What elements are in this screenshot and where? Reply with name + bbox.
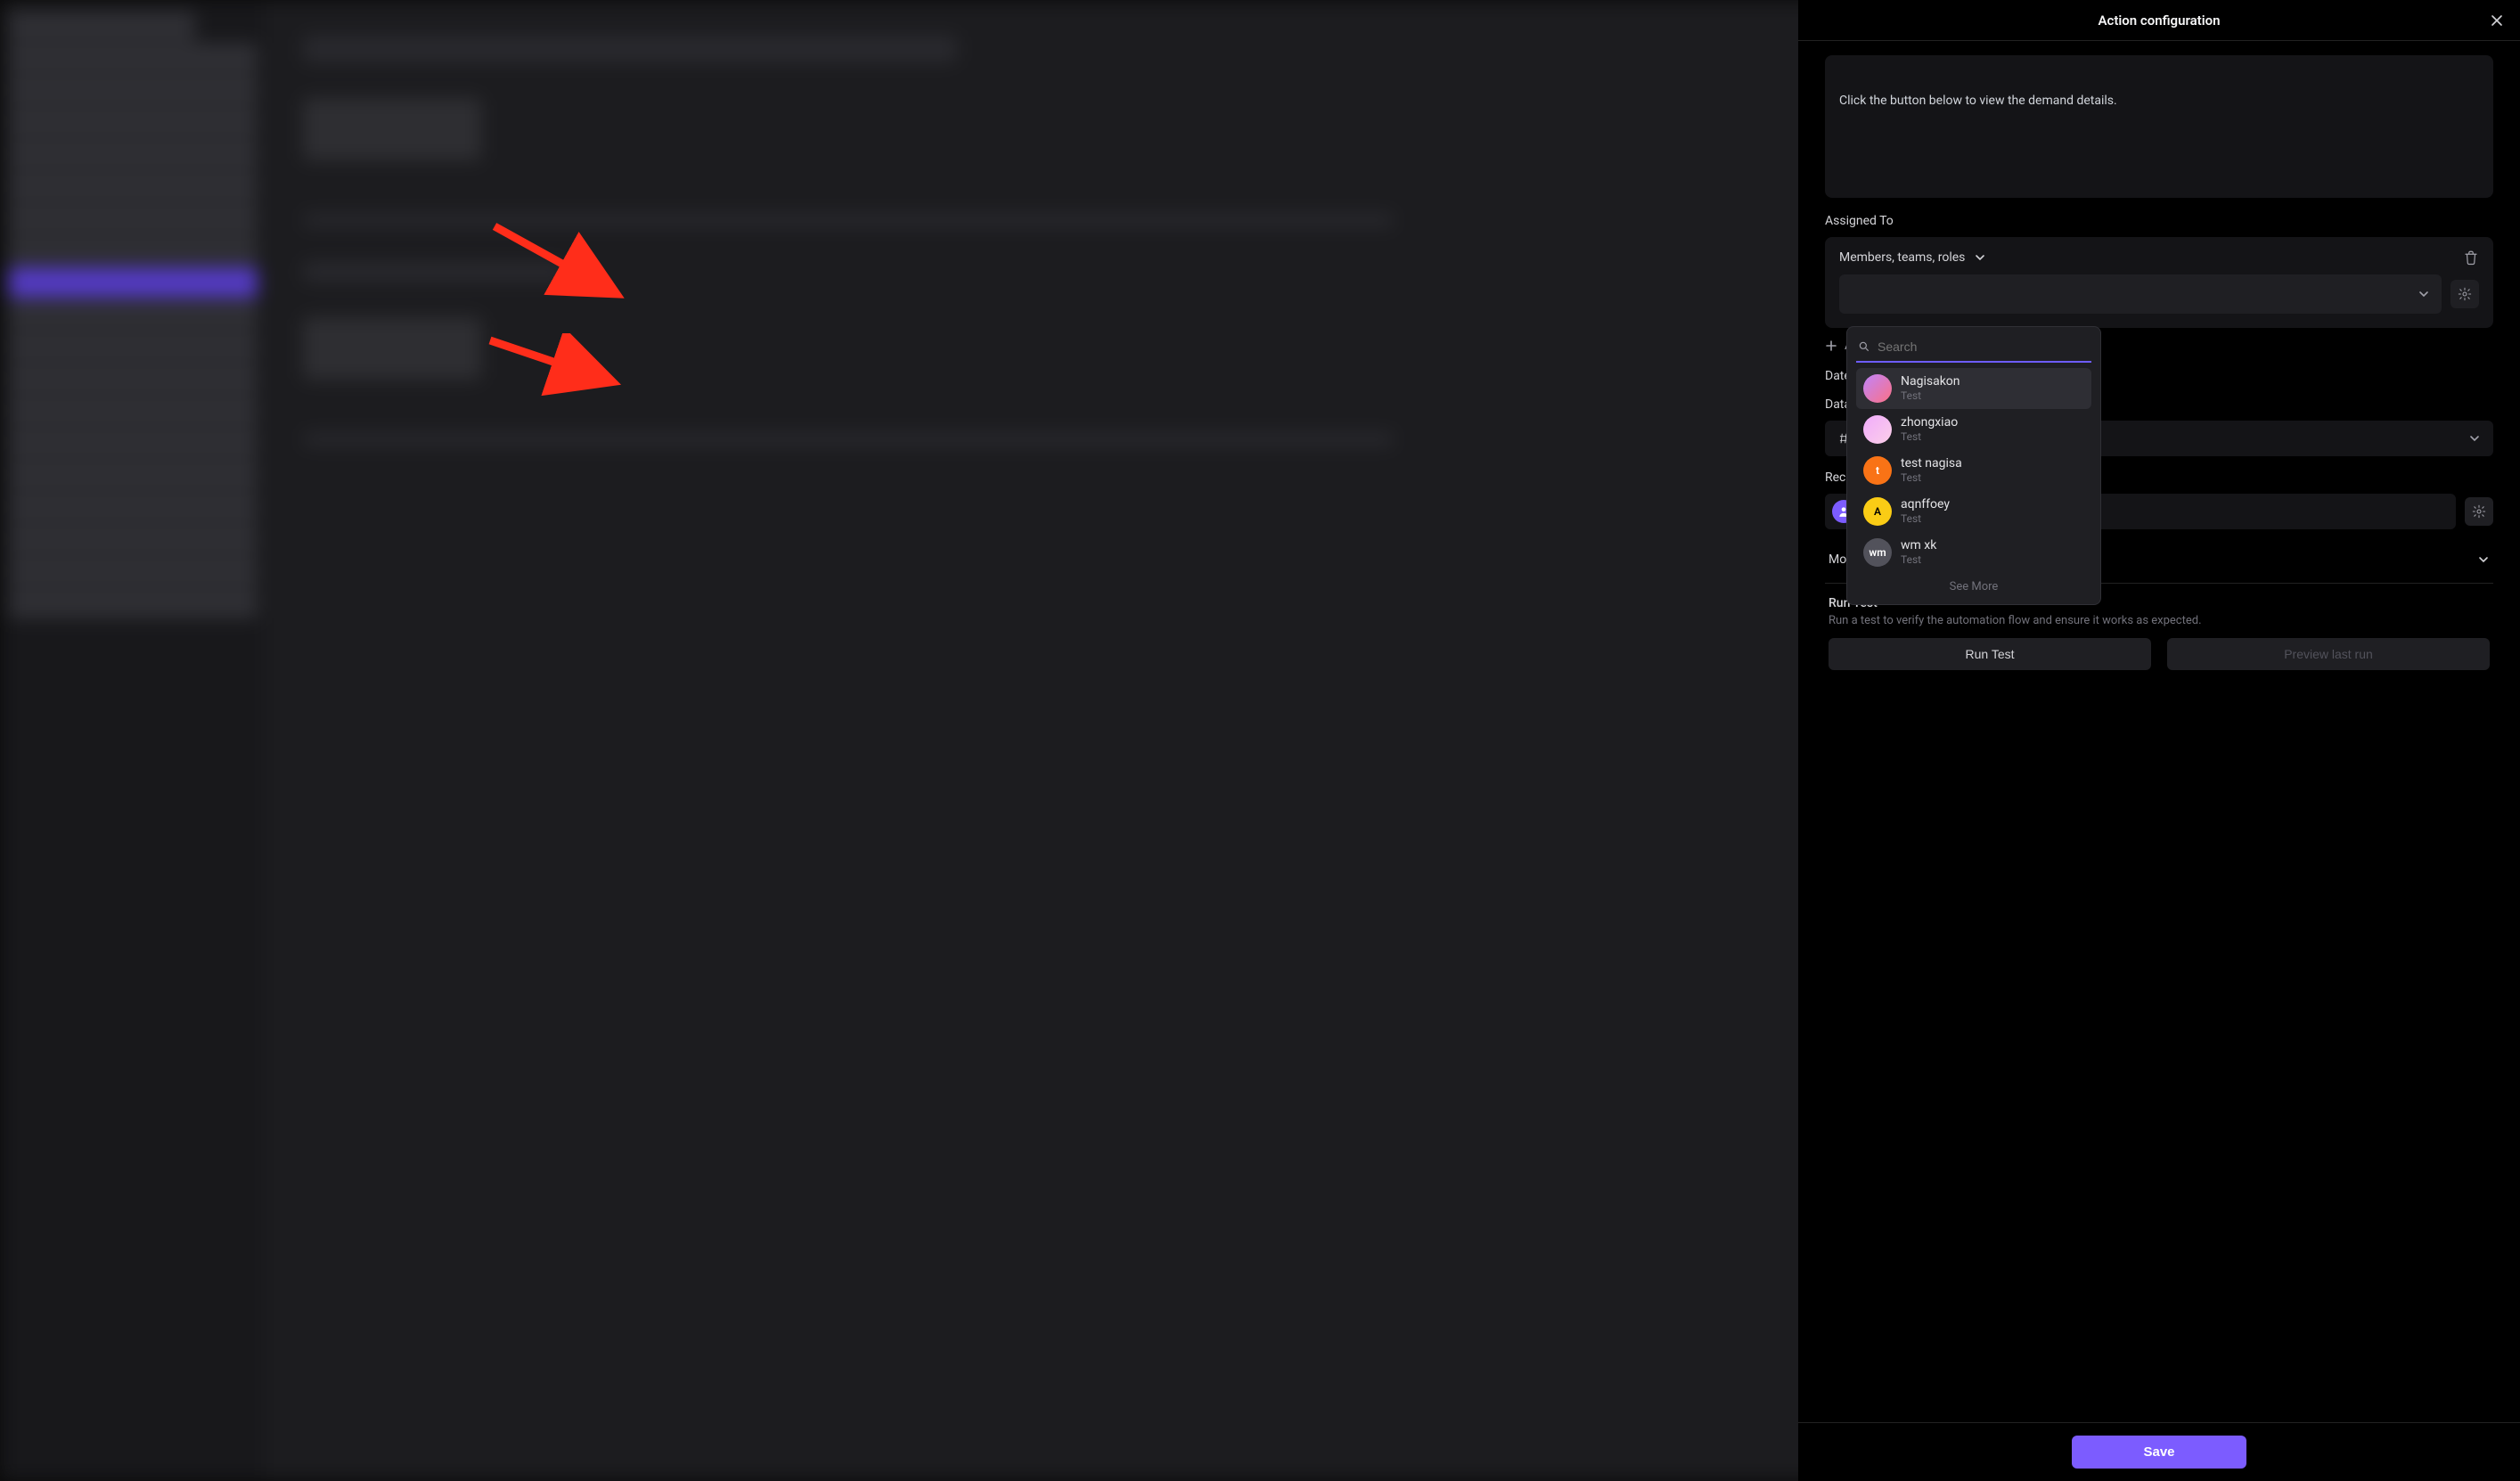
avatar: wm [1863, 538, 1892, 567]
chevron-down-icon [2468, 432, 2481, 445]
recipient-settings-button[interactable] [2465, 497, 2493, 526]
assignee-dropdown: NagisakonTestzhongxiaoTestttest nagisaTe… [1846, 326, 2101, 605]
avatar: t [1863, 456, 1892, 485]
chevron-down-icon [1974, 251, 1986, 264]
dropdown-item[interactable]: zhongxiaoTest [1856, 409, 2091, 450]
run-test-button[interactable]: Run Test [1829, 638, 2151, 670]
chevron-down-icon [2418, 288, 2430, 300]
avatar [1863, 374, 1892, 403]
preview-text: Click the button below to view the deman… [1839, 94, 2117, 108]
close-button[interactable] [2486, 10, 2508, 31]
content-preview: Click the button below to view the deman… [1825, 55, 2493, 198]
panel-title: Action configuration [2099, 12, 2221, 29]
plus-icon [1825, 340, 1837, 352]
close-icon [2490, 13, 2504, 28]
dropdown-item-sub: Test [1901, 471, 1962, 484]
dropdown-item-sub: Test [1901, 430, 1958, 443]
dropdown-item-name: wm xk [1901, 538, 1936, 553]
search-icon [1858, 340, 1870, 353]
chevron-down-icon [2477, 553, 2490, 566]
assigned-to-box: Members, teams, roles Nagisa [1825, 237, 2493, 328]
gear-icon [2458, 287, 2472, 301]
dropdown-item-name: zhongxiao [1901, 415, 1958, 430]
dropdown-item[interactable]: NagisakonTest [1856, 368, 2091, 409]
panel-footer: Save [1798, 1422, 2520, 1481]
dropdown-item-sub: Test [1901, 553, 1936, 566]
dropdown-item-name: test nagisa [1901, 456, 1962, 471]
assigned-type-label: Members, teams, roles [1839, 250, 1965, 265]
save-button[interactable]: Save [2072, 1436, 2246, 1469]
dropdown-item-sub: Test [1901, 512, 1950, 525]
avatar [1863, 415, 1892, 444]
dropdown-item-name: Nagisakon [1901, 374, 1960, 389]
gear-icon [2472, 504, 2486, 519]
dropdown-item[interactable]: wm wm xkTest [1856, 532, 2091, 573]
trash-icon[interactable] [2463, 250, 2479, 266]
see-more-link[interactable]: See More [1856, 573, 2091, 595]
dropdown-search[interactable] [1856, 336, 2091, 363]
avatar: A [1863, 497, 1892, 526]
assignee-select[interactable] [1839, 274, 2442, 314]
dropdown-item-name: aqnffoey [1901, 497, 1950, 512]
dropdown-search-input[interactable] [1878, 340, 2090, 354]
dropdown-item[interactable]: t test nagisaTest [1856, 450, 2091, 491]
assigned-type-select[interactable]: Members, teams, roles [1839, 250, 1986, 265]
assigned-to-label: Assigned To [1825, 214, 2493, 228]
panel-body[interactable]: Click the button below to view the deman… [1798, 41, 2520, 1422]
action-config-panel: Action configuration Click the button be… [1798, 0, 2520, 1481]
panel-header: Action configuration [1798, 0, 2520, 41]
assignee-settings-button[interactable] [2450, 280, 2479, 308]
run-test-desc: Run a test to verify the automation flow… [1829, 614, 2490, 627]
preview-last-run-button[interactable]: Preview last run [2167, 638, 2490, 670]
dropdown-item[interactable]: AaqnffoeyTest [1856, 491, 2091, 532]
dropdown-item-sub: Test [1901, 389, 1960, 402]
